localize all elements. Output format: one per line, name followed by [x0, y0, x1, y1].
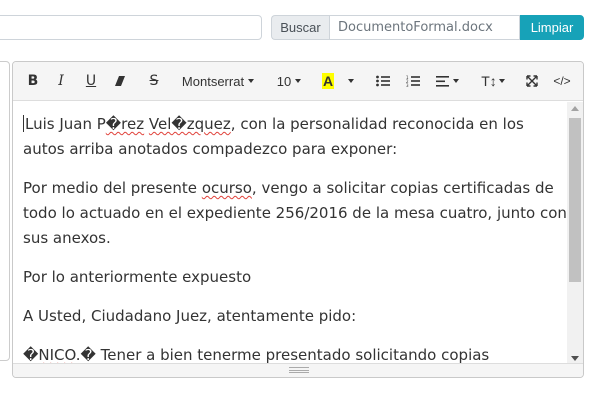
chevron-down-icon	[295, 79, 302, 83]
font-size-value: 10	[276, 73, 292, 89]
left-text-input[interactable]	[0, 15, 262, 40]
scrollbar-thumb[interactable]	[569, 118, 581, 282]
ordered-list-icon[interactable]: 123	[405, 70, 421, 92]
align-icon[interactable]	[433, 70, 461, 92]
resize-handle-icon[interactable]	[289, 367, 309, 373]
unordered-list-icon[interactable]	[375, 70, 391, 92]
text-cursor	[23, 115, 24, 132]
fullscreen-icon[interactable]	[524, 70, 540, 92]
underline-button[interactable]: U	[83, 70, 99, 92]
italic-button[interactable]: I	[53, 70, 69, 92]
paragraph-4: A Usted, Ciudadano Juez, atentamente pid…	[23, 307, 357, 325]
font-family-dropdown[interactable]: Montserrat	[178, 70, 258, 92]
scroll-up-icon[interactable]	[571, 106, 579, 111]
chevron-down-icon	[452, 79, 459, 83]
eraser-icon[interactable]	[112, 70, 128, 92]
line-height-label: T↕	[481, 73, 497, 89]
editor-toolbar: B I U S Montserrat 10 A 123 T↕ </>	[13, 62, 583, 101]
paragraph-2: Por medio del presente ocurso, vengo a s…	[23, 176, 567, 251]
clear-button[interactable]: Limpiar	[520, 15, 584, 40]
paragraph-1: Luis Juan P�rez Vel�zquez, con la person…	[23, 112, 567, 162]
editor-statusbar	[13, 363, 583, 377]
outer-panel-frame	[0, 61, 10, 361]
font-family-value: Montserrat	[181, 73, 245, 89]
spelling-error: ocurso	[201, 179, 252, 197]
scroll-down-icon[interactable]	[571, 356, 579, 361]
text-color-letter: A	[321, 73, 335, 89]
spelling-error: �rez	[105, 115, 145, 133]
search-group: Buscar DocumentoFormal.docx Limpiar	[271, 15, 584, 40]
line-height-dropdown[interactable]: T↕	[478, 70, 508, 92]
paragraph-3: Por lo anteriormente expuesto	[23, 268, 252, 286]
text-run: Por medio del presente	[23, 179, 202, 197]
chevron-down-icon	[248, 79, 255, 83]
paragraph-5: �NICO.� Tener a bien tenerme presentado …	[23, 343, 567, 365]
editor-content[interactable]: Luis Juan P�rez Vel�zquez, con la person…	[13, 102, 567, 365]
text-run: �	[23, 346, 39, 364]
font-size-dropdown[interactable]: 10	[276, 70, 302, 92]
search-label: Buscar	[271, 15, 329, 40]
spelling-error: NICO	[38, 346, 76, 364]
spelling-error: Vel�zquez	[148, 115, 231, 133]
search-input[interactable]: DocumentoFormal.docx	[329, 15, 520, 40]
text-color-dropdown[interactable]	[346, 70, 356, 92]
rich-text-editor: B I U S Montserrat 10 A 123 T↕ </> Luis …	[12, 61, 584, 378]
text-color-icon[interactable]: A	[320, 70, 336, 92]
bold-button[interactable]: B	[25, 70, 41, 92]
chevron-down-icon	[498, 79, 505, 83]
vertical-scrollbar[interactable]	[567, 102, 583, 365]
code-view-icon[interactable]: </>	[551, 70, 573, 92]
chevron-down-icon	[348, 79, 354, 83]
svg-text:3: 3	[406, 83, 409, 87]
text-run: Luis Juan P	[25, 115, 106, 133]
strikethrough-button[interactable]: S	[146, 70, 162, 92]
